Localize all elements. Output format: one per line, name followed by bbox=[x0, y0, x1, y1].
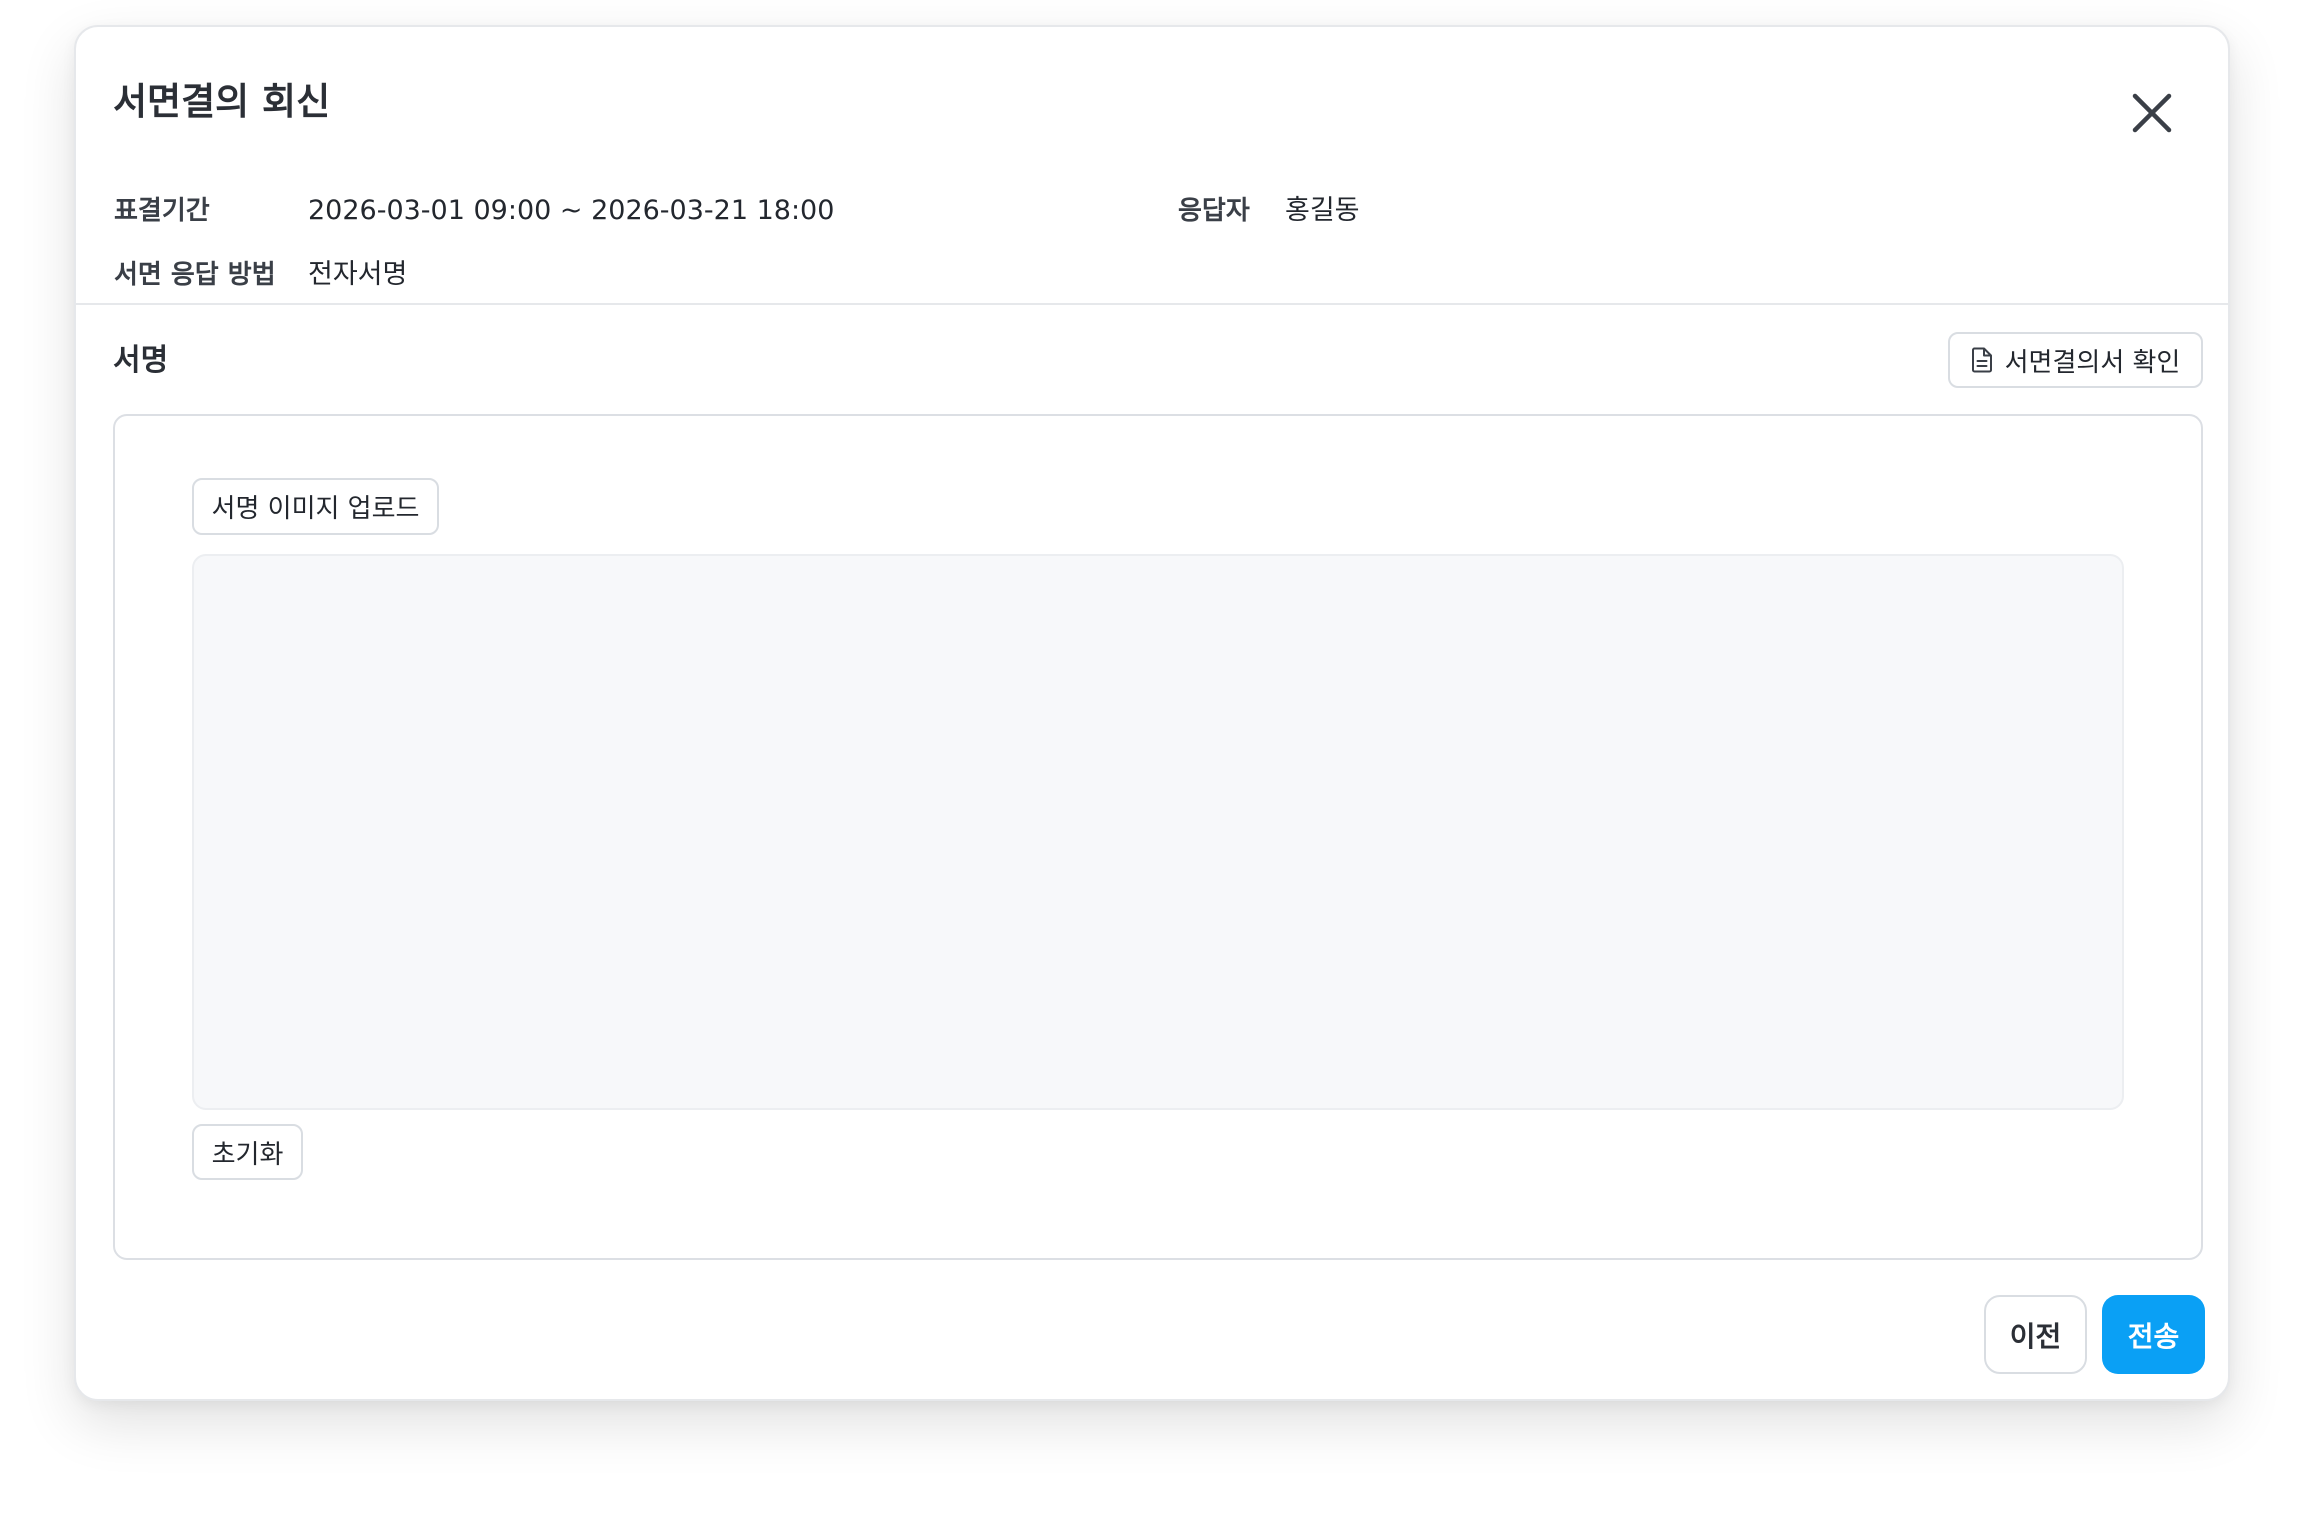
method-label: 서면 응답 방법 bbox=[114, 260, 276, 290]
signature-reply-dialog: 서면결의 회신 표결기간 2026-03-01 09:00 ~ 2026-03-… bbox=[74, 25, 2230, 1401]
method-value: 전자서명 bbox=[308, 259, 408, 290]
respondent-label: 응답자 bbox=[1178, 196, 1250, 226]
reset-button[interactable]: 초기화 bbox=[192, 1124, 303, 1180]
close-icon bbox=[2132, 93, 2172, 133]
send-button[interactable]: 전송 bbox=[2102, 1295, 2205, 1374]
period-value: 2026-03-01 09:00 ~ 2026-03-21 18:00 bbox=[308, 195, 835, 226]
prev-button[interactable]: 이전 bbox=[1984, 1295, 2087, 1374]
dialog-header: 서면결의 회신 표결기간 2026-03-01 09:00 ~ 2026-03-… bbox=[76, 27, 2228, 305]
document-icon bbox=[1971, 347, 1993, 373]
period-label: 표결기간 bbox=[114, 196, 210, 226]
upload-signature-image-button[interactable]: 서명 이미지 업로드 bbox=[192, 478, 439, 535]
signature-section-title: 서명 bbox=[113, 343, 169, 378]
dialog-title: 서면결의 회신 bbox=[113, 80, 331, 123]
view-document-button[interactable]: 서면결의서 확인 bbox=[1948, 332, 2203, 388]
signature-canvas[interactable] bbox=[192, 554, 2124, 1110]
close-button[interactable] bbox=[2120, 81, 2184, 145]
view-document-label: 서면결의서 확인 bbox=[2004, 347, 2181, 378]
respondent-value: 홍길동 bbox=[1285, 195, 1360, 226]
